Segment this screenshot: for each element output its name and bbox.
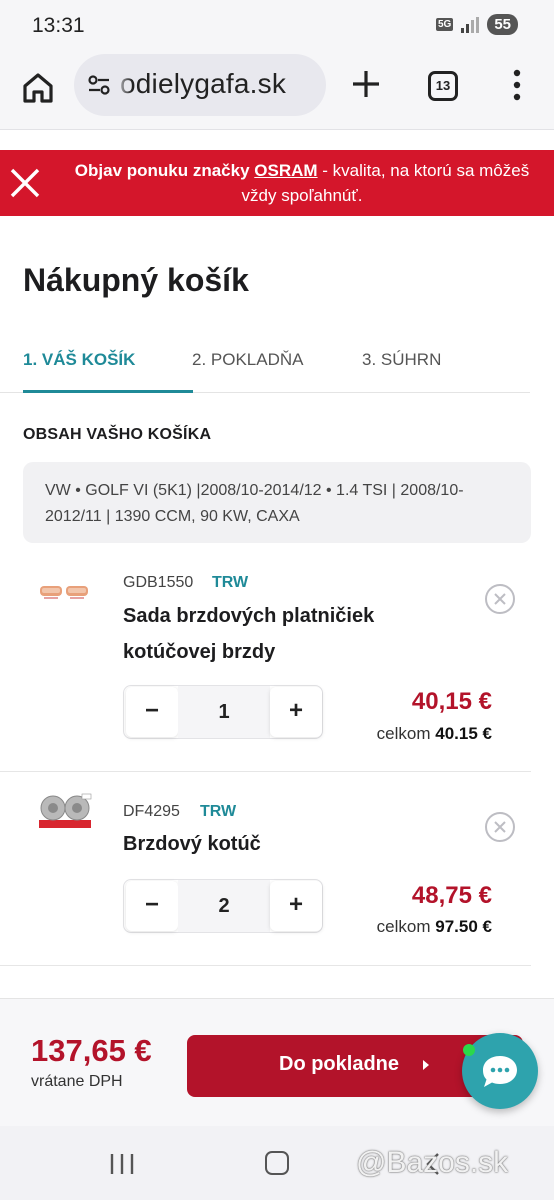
recent-apps-icon[interactable] (108, 1152, 136, 1176)
checkout-steps: 1. VÁŠ KOŠÍK 2. POKLADŇA 3. SÚHRN (0, 338, 554, 394)
item-total: celkom 97.50 € (377, 917, 492, 937)
item-total: celkom 40.15 € (377, 724, 492, 744)
status-time: 13:31 (32, 14, 85, 37)
vehicle-info: VW • GOLF VI (5K1) |2008/10-2014/12 • 1.… (23, 462, 531, 543)
home-icon[interactable] (20, 70, 56, 106)
system-nav-bar: @Bazos.sk (0, 1126, 554, 1200)
status-icons: 5G 55 (435, 14, 518, 35)
site-settings-icon[interactable] (86, 72, 112, 98)
checkout-button-label: Do pokladne (279, 1053, 400, 1075)
item-brand: TRW (212, 574, 249, 591)
decrease-quantity-button[interactable]: − (126, 881, 178, 931)
item-name[interactable]: Brzdový kotúč (123, 826, 443, 862)
item-price: 48,75 € (411, 882, 492, 909)
battery-icon: 55 (487, 14, 518, 35)
close-icon (494, 821, 506, 833)
url-text: odielygafa.sk (120, 68, 287, 99)
item-price: 40,15 € (411, 688, 492, 715)
page-title: Nákupný košík (23, 262, 249, 298)
address-bar[interactable]: odielygafa.sk (74, 54, 326, 116)
chat-button[interactable] (462, 1033, 538, 1109)
close-icon (494, 593, 506, 605)
vat-note: vrátane DPH (31, 1073, 123, 1090)
decrease-quantity-button[interactable]: − (126, 687, 178, 737)
item-brand: TRW (200, 803, 237, 820)
item-total-value: 40.15 € (435, 724, 492, 743)
step-cart[interactable]: 1. VÁŠ KOŠÍK (23, 350, 135, 370)
item-code: GDB1550 (123, 574, 194, 591)
quantity-stepper: − 1 + (123, 685, 323, 739)
promo-text-lead: Objav ponuku značky (74, 161, 255, 180)
item-total-label: celkom (376, 724, 431, 743)
quantity-value[interactable]: 2 (178, 880, 270, 932)
browser-toolbar: odielygafa.sk 13 (0, 54, 554, 130)
promo-banner: Objav ponuku značky OSRAM - kvalita, na … (0, 150, 554, 216)
more-menu-icon[interactable] (507, 68, 527, 102)
active-step-indicator (23, 390, 193, 393)
item-total-label: celkom (376, 917, 431, 936)
cart-item: DF4295 TRW Brzdový kotúč − 2 + 48,75 € c… (0, 772, 531, 966)
brake-disc-image (39, 793, 92, 828)
increase-quantity-button[interactable]: + (270, 881, 322, 931)
online-indicator (463, 1044, 475, 1056)
signal-icon (461, 16, 480, 33)
step-summary[interactable]: 3. SÚHRN (362, 350, 441, 370)
network-5g-icon: 5G (435, 18, 454, 31)
cart-section-title: OBSAH VAŠHO KOŠÍKA (23, 426, 212, 443)
item-name[interactable]: Sada brzdových platničiek kotúčovej brzd… (123, 598, 443, 670)
promo-brand-link[interactable]: OSRAM (254, 161, 317, 180)
grand-total: 137,65 € (31, 1033, 152, 1068)
caret-right-icon (423, 1060, 429, 1070)
brake-pads-image (40, 586, 88, 599)
quantity-value[interactable]: 1 (178, 686, 270, 738)
watermark: @Bazos.sk (356, 1146, 509, 1179)
item-code: DF4295 (123, 803, 180, 820)
quantity-stepper: − 2 + (123, 879, 323, 933)
new-tab-icon[interactable] (350, 68, 382, 100)
tab-switcher-button[interactable]: 13 (428, 71, 458, 101)
status-bar: 13:31 5G 55 (0, 0, 554, 54)
cart-item: GDB1550 TRW Sada brzdových platničiek ko… (0, 548, 531, 772)
close-icon[interactable] (8, 166, 42, 200)
step-checkout[interactable]: 2. POKLADŇA (192, 350, 304, 370)
remove-item-button[interactable] (485, 812, 515, 842)
chat-bubble-icon (483, 1056, 517, 1087)
promo-text: Objav ponuku značky OSRAM - kvalita, na … (58, 158, 546, 208)
remove-item-button[interactable] (485, 584, 515, 614)
item-total-value: 97.50 € (435, 917, 492, 936)
increase-quantity-button[interactable]: + (270, 687, 322, 737)
home-nav-icon[interactable] (265, 1151, 289, 1175)
